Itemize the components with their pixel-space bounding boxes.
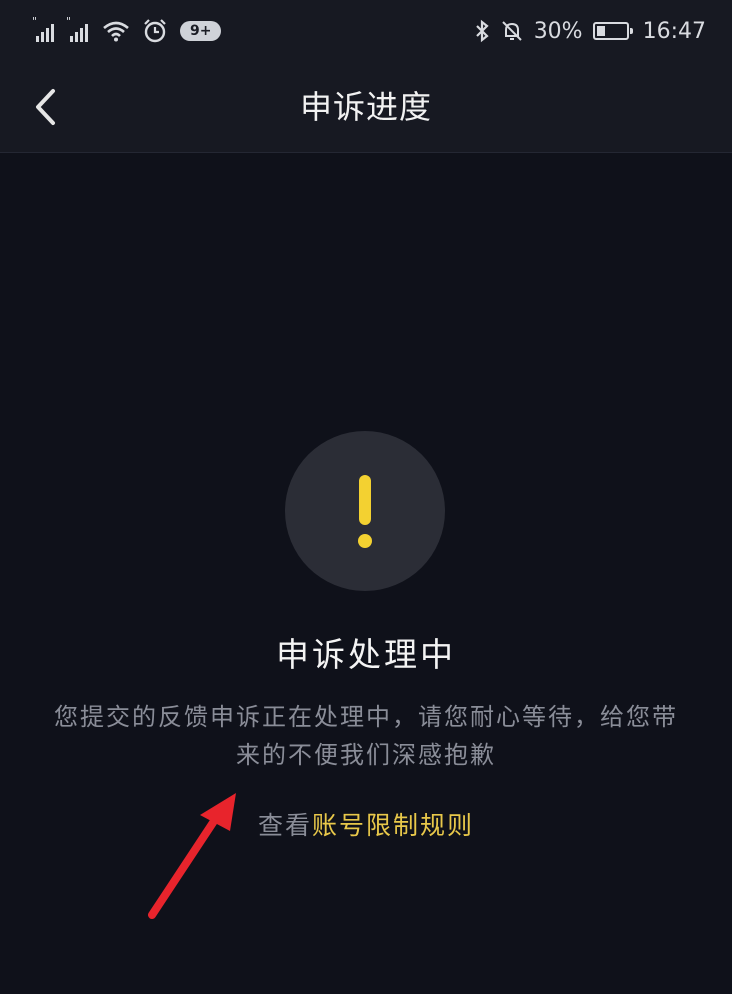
status-bar: " " 9+ 30% 16:47 xyxy=(0,0,732,62)
nav-header: 申诉进度 xyxy=(0,62,732,153)
bluetooth-icon xyxy=(475,19,489,43)
account-restriction-rules-link[interactable]: 查看账号限制规则 xyxy=(0,806,732,842)
link-text[interactable]: 账号限制规则 xyxy=(312,811,474,840)
battery-percent: 30% xyxy=(533,18,583,44)
warning-circle xyxy=(285,431,445,591)
cell-signal-icon-2: " xyxy=(66,16,88,42)
status-bar-right: 30% 16:47 xyxy=(474,14,706,48)
status-description: 您提交的反馈申诉正在处理中，请您耐心等待，给您带来的不便我们深感抱歉 xyxy=(54,703,678,769)
alarm-clock-icon xyxy=(144,19,166,43)
page-title: 申诉进度 xyxy=(299,88,432,126)
bell-off-icon xyxy=(501,21,522,41)
exclamation-icon xyxy=(358,475,372,548)
cell-signal-icon-1: " xyxy=(32,16,54,42)
wifi-icon xyxy=(103,21,129,42)
battery-icon xyxy=(592,22,633,40)
clock-time: 16:47 xyxy=(642,18,706,44)
notification-badge: 9+ xyxy=(180,21,222,41)
red-arrow-annotation xyxy=(148,793,236,919)
status-title: 申诉处理中 xyxy=(276,635,456,674)
link-prefix: 查看 xyxy=(257,811,312,840)
status-bar-left: " " 9+ xyxy=(32,14,222,48)
appeal-progress-screen: " " 9+ 30% 16:47 申诉进度 申诉处理中 您提交的反馈申诉正在处理… xyxy=(0,0,732,994)
